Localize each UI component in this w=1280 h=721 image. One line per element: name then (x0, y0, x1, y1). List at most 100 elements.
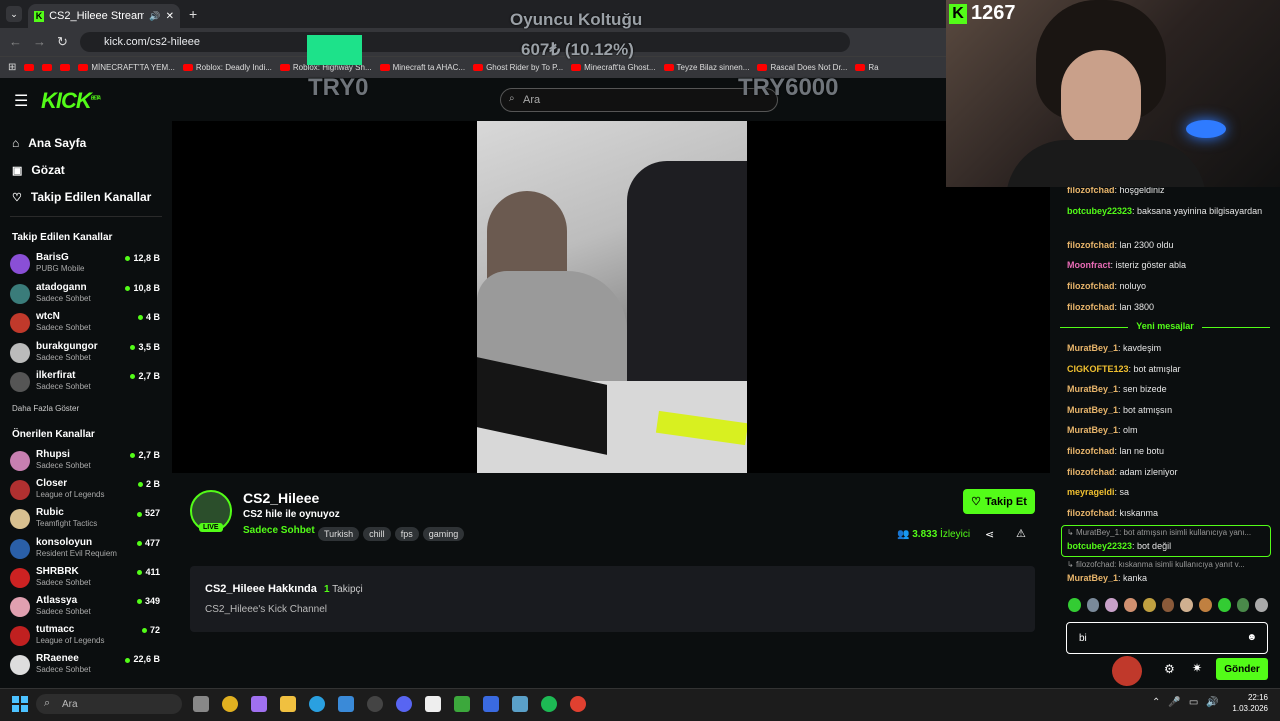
chrome-icon[interactable] (222, 696, 238, 712)
tab-list-button[interactable]: ⌄ (6, 6, 22, 22)
system-tray-icons[interactable]: ⌃🎤▭🔊 (1152, 697, 1227, 708)
badge-icon[interactable]: ✷ (1192, 661, 1202, 675)
channel-name[interactable]: CS2_Hileee (243, 490, 319, 506)
sidebar-channel[interactable]: Closer League of Legends 2 B (10, 478, 160, 506)
url-field[interactable]: kick.com/cs2-hileee (80, 32, 850, 52)
chat-username[interactable]: filozofchad (1067, 446, 1115, 456)
emote-icon[interactable] (1124, 598, 1137, 612)
share-icon[interactable]: ⋖ (985, 528, 994, 541)
chat-message[interactable]: filozofchad: lan 2300 oldu (1067, 238, 1267, 252)
emote-icon[interactable] (1142, 598, 1156, 612)
report-icon[interactable]: ⚠ (1016, 527, 1026, 540)
discord-icon[interactable] (396, 696, 412, 712)
sidebar-channel[interactable]: Rubic Teamfight Tactics 527 (10, 507, 160, 535)
chat-message[interactable]: filozofchad: adam izleniyor (1067, 465, 1267, 479)
sidebar-channel[interactable]: tutmacc League of Legends 72 (10, 624, 160, 652)
chat-username[interactable]: MuratBey_1 (1067, 343, 1118, 353)
sidebar-channel[interactable]: Atlassya Sadece Sohbet 349 (10, 595, 160, 623)
tag[interactable]: fps (394, 527, 419, 541)
emote-icon[interactable] (1217, 598, 1231, 612)
chat-message[interactable]: Moonfract: isteriz göster abla (1067, 258, 1267, 272)
sidebar-channel[interactable]: konsoloyun Resident Evil Requiem 477 (10, 537, 160, 565)
task-view-icon[interactable] (193, 696, 209, 712)
search-input[interactable]: ⌕ Ara (500, 88, 778, 112)
chat-message[interactable]: botcubey22323: bot değil (1067, 539, 1267, 553)
sidebar-channel[interactable]: RRaenee Sadece Sohbet 22,6 B (10, 653, 160, 681)
sidebar-channel[interactable]: SHRBRK Sadece Sohbet 411 (10, 566, 160, 594)
reload-icon[interactable]: ↻ (57, 34, 68, 50)
bookmark-item[interactable]: Ra (855, 63, 879, 72)
app-icon[interactable] (512, 696, 528, 712)
chrome-icon[interactable] (570, 696, 586, 712)
chat-message[interactable]: filozofchad: noluyo (1067, 279, 1267, 293)
chat-message[interactable]: botcubey22323: baksana yayinina bilgisay… (1067, 204, 1267, 218)
chat-message[interactable]: MuratBey_1: kanka (1067, 571, 1267, 585)
bookmark-item[interactable]: MİNECRAFT'TA YEM... (78, 63, 175, 72)
settings-icon[interactable]: ⚙ (1164, 662, 1175, 676)
show-more-link[interactable]: Daha Fazla Göster (12, 404, 79, 413)
chat-username[interactable]: Moonfract (1067, 260, 1111, 270)
copilot-icon[interactable] (251, 696, 267, 712)
apps-icon[interactable]: ⊞ (8, 62, 16, 73)
chat-message[interactable]: meyrageldi: sa (1067, 485, 1267, 499)
emote-icon[interactable] (1180, 598, 1194, 612)
tag[interactable]: chill (363, 527, 391, 541)
sidebar-channel[interactable]: BarisG PUBG Mobile 12,8 B (10, 252, 160, 280)
chat-message[interactable]: CIGKOFTE123: bot atmışlar (1067, 362, 1267, 376)
chat-username[interactable]: filozofchad (1067, 467, 1115, 477)
back-icon[interactable]: ← (9, 34, 22, 49)
chat-message[interactable]: MuratBey_1: olm (1067, 423, 1267, 437)
emote-icon[interactable] (1068, 598, 1081, 612)
bookmark-item[interactable]: Roblox: Deadly Indi... (182, 63, 272, 72)
emote-icon[interactable] (1105, 598, 1119, 612)
new-tab-button[interactable]: + (189, 6, 197, 22)
chat-username[interactable]: MuratBey_1 (1067, 405, 1118, 415)
sidebar-channel[interactable]: Rhupsi Sadece Sohbet 2,7 B (10, 449, 160, 477)
follow-button[interactable]: ♡ Takip Et (963, 489, 1035, 514)
sidebar-channel[interactable]: burakgungor Sadece Sohbet 3,5 B (10, 341, 160, 369)
tag[interactable]: gaming (422, 527, 465, 541)
sidebar-channel[interactable]: atadogann Sadece Sohbet 10,8 B (10, 282, 160, 310)
chat-message[interactable]: filozofchad: kıskanma (1067, 506, 1267, 520)
chat-username[interactable]: botcubey22323 (1067, 206, 1132, 216)
capcut-icon[interactable] (425, 696, 441, 712)
chat-message[interactable]: MuratBey_1: bot atmışsın (1067, 403, 1267, 417)
chat-username[interactable]: meyrageldi (1067, 487, 1115, 497)
app-icon[interactable] (483, 696, 499, 712)
bookmark-item[interactable]: Minecraft ta AHAC... (379, 63, 465, 72)
forward-icon[interactable]: → (33, 34, 46, 49)
kick-logo[interactable]: KICKBETA (41, 88, 101, 114)
chat-username[interactable]: filozofchad (1067, 302, 1115, 312)
emoji-icon[interactable]: ☻ (1246, 632, 1257, 643)
chat-username[interactable]: MuratBey_1 (1067, 425, 1118, 435)
taskbar-search[interactable]: ⌕ Ara (36, 694, 182, 714)
chat-message[interactable]: MuratBey_1: kavdeşim (1067, 341, 1267, 355)
stream-category[interactable]: Sadece Sohbet (243, 525, 315, 536)
chat-username[interactable]: MuratBey_1 (1067, 384, 1118, 394)
menu-icon[interactable]: ☰ (14, 91, 28, 111)
sidebar-item-browse[interactable]: ▣ Gözat (12, 163, 65, 177)
emote-icon[interactable] (1161, 598, 1175, 612)
bookmark-item[interactable]: Teyze Bilaz sinnen... (663, 63, 749, 72)
chat-username[interactable]: CIGKOFTE123 (1067, 364, 1129, 374)
edge-icon[interactable] (309, 696, 325, 712)
browser-tab[interactable]: K CS2_Hileee Stream - Watch 🔊 ✕ (28, 4, 180, 28)
youtube-bookmark-icon[interactable] (24, 64, 35, 71)
chat-username[interactable]: filozofchad (1067, 281, 1115, 291)
emote-icon[interactable] (1086, 598, 1100, 612)
emote-icon[interactable] (1255, 598, 1269, 612)
sidebar-channel[interactable]: wtcN Sadece Sohbet 4 B (10, 311, 160, 339)
bookmark-item[interactable]: Ghost Rider by To P... (473, 63, 563, 72)
store-icon[interactable] (338, 696, 354, 712)
chat-username[interactable]: filozofchad (1067, 508, 1115, 518)
emote-icon[interactable] (1199, 598, 1212, 612)
chat-message[interactable]: MuratBey_1: sen bizede (1067, 382, 1267, 396)
sidebar-item-following[interactable]: ♡ Takip Edilen Kanallar (12, 190, 151, 204)
chat-message[interactable]: filozofchad: lan ne botu (1067, 444, 1267, 458)
github-icon[interactable] (367, 696, 383, 712)
chat-input[interactable]: bi ☻ (1066, 622, 1268, 654)
chat-username[interactable]: filozofchad (1067, 240, 1115, 250)
windows-start-icon[interactable] (12, 696, 28, 712)
spotify-icon[interactable] (541, 696, 557, 712)
chat-message[interactable]: filozofchad: lan 3800 (1067, 300, 1267, 314)
